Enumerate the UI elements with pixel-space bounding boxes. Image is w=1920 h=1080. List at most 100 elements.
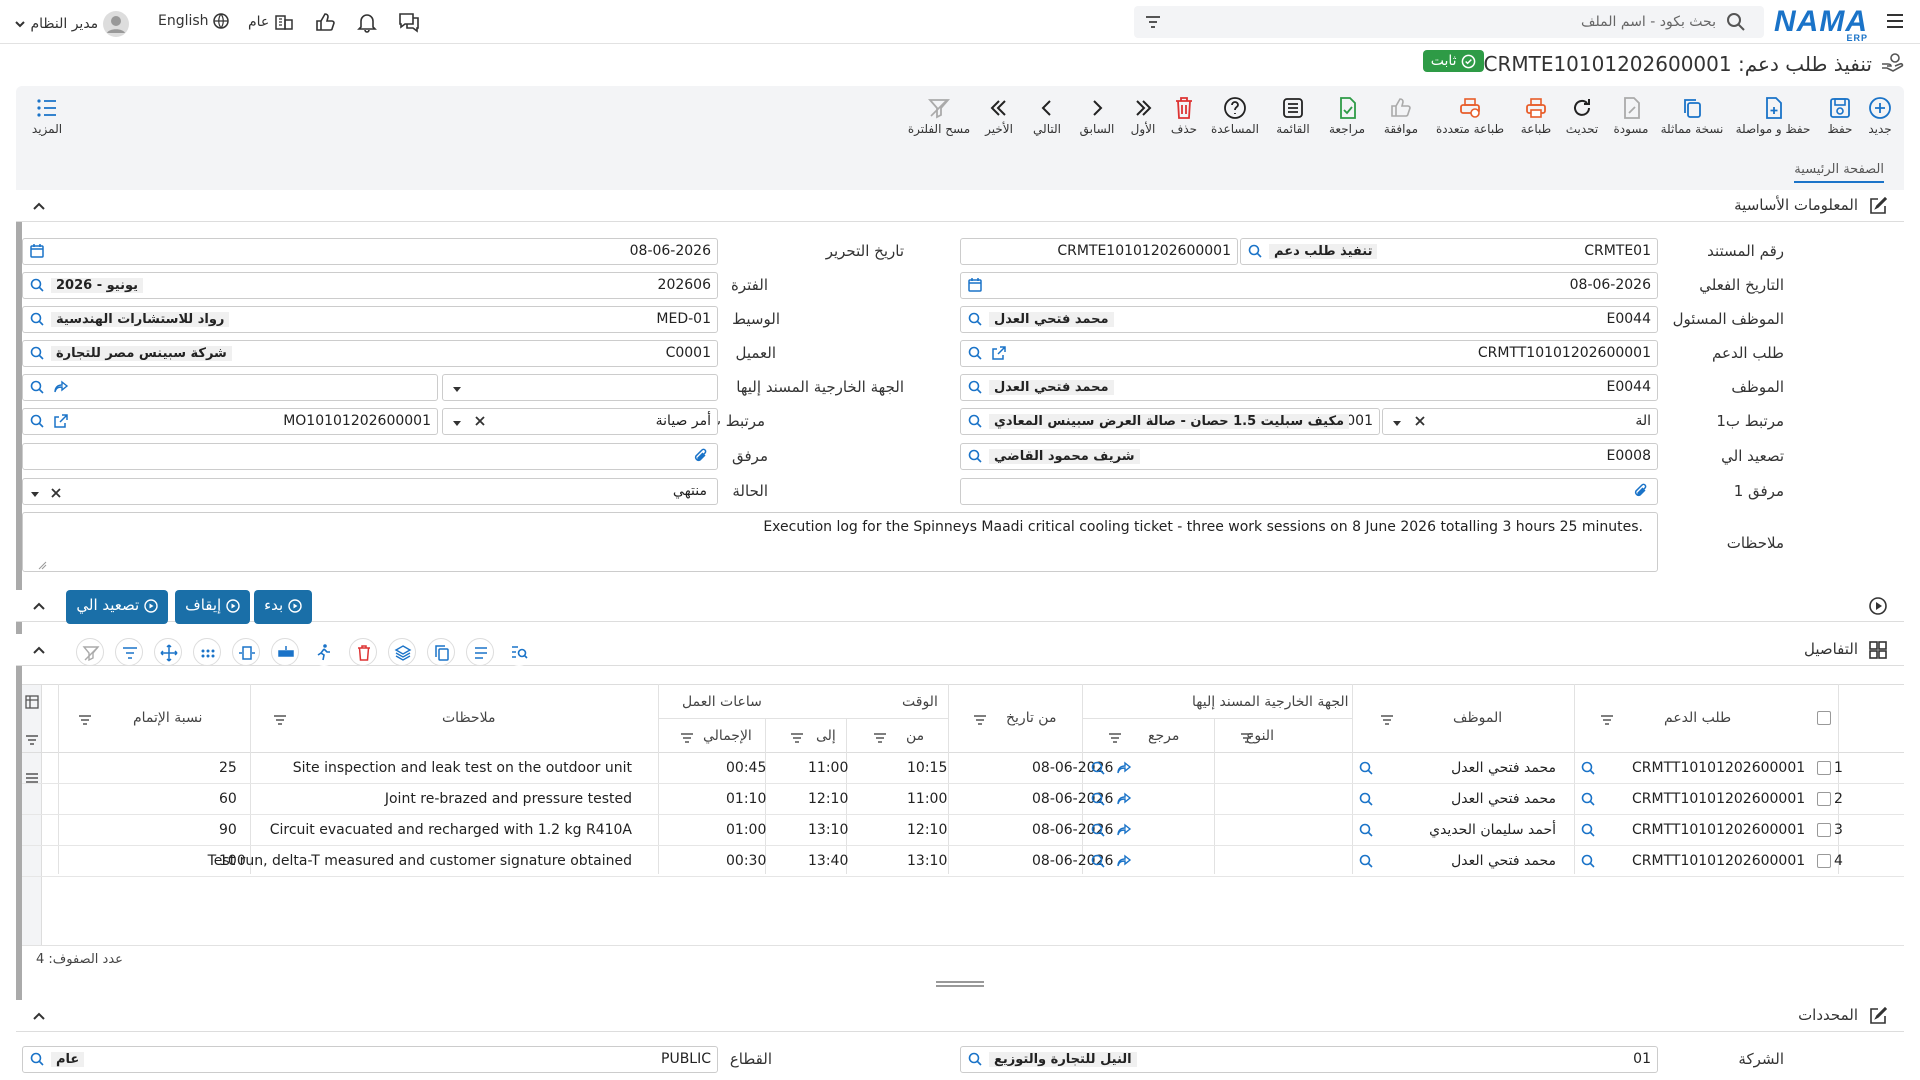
caret-down-icon[interactable] xyxy=(451,381,463,397)
search-icon[interactable] xyxy=(1580,760,1596,780)
share-icon[interactable] xyxy=(53,379,69,395)
new-button[interactable]: جديد xyxy=(1860,86,1900,154)
doc-number-field[interactable]: CRMTE10101202600001 xyxy=(960,238,1238,265)
row-checkbox[interactable] xyxy=(1817,761,1831,775)
attachment-field[interactable] xyxy=(22,443,718,470)
header-from[interactable]: من xyxy=(906,728,924,744)
grid-run-button[interactable] xyxy=(310,638,338,666)
calendar-icon[interactable] xyxy=(29,243,45,259)
bell-icon[interactable] xyxy=(356,11,378,33)
support-request-field[interactable]: CRMTT10101202600001 xyxy=(960,340,1658,367)
escalate-to-field[interactable]: E0008 شريف محمود القاضي xyxy=(960,443,1658,470)
table-row[interactable]: 2 CRMTT10101202600001 محمد فتحي العدل 08… xyxy=(22,784,1904,815)
table-row[interactable]: 4 CRMTT10101202600001 محمد فتحي العدل 08… xyxy=(22,846,1904,877)
related2-type-select[interactable]: أمر صيانة xyxy=(442,408,718,435)
related1-type-select[interactable]: الة xyxy=(1382,408,1658,435)
search-icon[interactable] xyxy=(1090,760,1106,780)
period-field[interactable]: 202606 يونيو - 2026 xyxy=(22,272,718,299)
header-total[interactable]: الإجمالي xyxy=(703,728,752,744)
doc-type-field[interactable]: CRMTE01 تنفيذ طلب دعم xyxy=(1240,238,1658,265)
search-icon[interactable] xyxy=(29,413,45,429)
more-button[interactable]: المزيد xyxy=(24,86,70,154)
grid-layers-button[interactable] xyxy=(388,638,416,666)
clear-icon[interactable] xyxy=(1413,413,1427,429)
search-icon[interactable] xyxy=(1090,853,1106,873)
search-icon[interactable] xyxy=(1580,853,1596,873)
caret-down-icon[interactable] xyxy=(29,486,41,502)
share-icon[interactable] xyxy=(1116,822,1132,842)
external-link-icon[interactable] xyxy=(991,345,1007,361)
attachment1-field[interactable] xyxy=(960,478,1658,505)
filter-icon[interactable] xyxy=(1108,730,1122,746)
refresh-button[interactable]: تحديث xyxy=(1562,86,1602,154)
hamburger-menu-icon[interactable] xyxy=(1884,10,1906,32)
search-icon[interactable] xyxy=(1580,822,1596,842)
grid-filter-button[interactable] xyxy=(115,638,143,666)
clear-filter-button[interactable]: مسح الفلترة xyxy=(902,86,976,154)
tab-main[interactable]: الصفحة الرئيسية xyxy=(1794,162,1884,183)
search-icon[interactable] xyxy=(967,1051,983,1067)
filter-icon[interactable] xyxy=(1240,730,1254,746)
search-icon[interactable] xyxy=(1358,853,1374,873)
header-employee[interactable]: الموظف xyxy=(1453,710,1502,726)
chevron-up-icon[interactable] xyxy=(32,598,46,614)
search-icon[interactable] xyxy=(967,311,983,327)
search-icon[interactable] xyxy=(29,379,45,395)
table-row[interactable]: 1 CRMTT10101202600001 محمد فتحي العدل 08… xyxy=(22,753,1904,784)
header-notes[interactable]: ملاحظات xyxy=(442,710,495,726)
escalate-button[interactable]: تصعيد الي xyxy=(66,590,168,624)
external-link-icon[interactable] xyxy=(53,413,69,429)
related2-field[interactable]: MO10101202600001 xyxy=(22,408,438,435)
clear-icon[interactable] xyxy=(473,413,487,429)
employee-field[interactable]: E0044 محمد فتحي العدل xyxy=(960,374,1658,401)
paperclip-icon[interactable] xyxy=(1633,483,1649,499)
search-icon[interactable] xyxy=(29,277,45,293)
stop-button[interactable]: إيقاف xyxy=(175,590,250,624)
multi-print-button[interactable]: طباعة متعددة xyxy=(1430,86,1510,154)
grid-dots-button[interactable] xyxy=(193,638,221,666)
start-button[interactable]: بدء xyxy=(254,590,312,624)
header-support-request[interactable]: طلب الدعم xyxy=(1664,710,1731,726)
search-icon[interactable] xyxy=(1358,760,1374,780)
broker-field[interactable]: MED-01 رواد للاستشارات الهندسية xyxy=(22,306,718,333)
search-box[interactable]: بحث بكود - اسم الملف xyxy=(1134,6,1764,38)
filter-icon[interactable] xyxy=(25,733,39,747)
draft-button[interactable]: مسودة xyxy=(1608,86,1654,154)
grid-add-row-button[interactable] xyxy=(271,638,299,666)
resize-grip[interactable] xyxy=(936,981,984,987)
grid-delete-button[interactable] xyxy=(349,638,377,666)
approve-button[interactable]: موافقة xyxy=(1376,86,1426,154)
clear-icon[interactable] xyxy=(49,485,63,501)
grid-clear-filter-button[interactable] xyxy=(76,638,104,666)
grid-copy-button[interactable] xyxy=(427,638,455,666)
print-button[interactable]: طباعة xyxy=(1514,86,1558,154)
help-button[interactable]: المساعدة xyxy=(1206,86,1264,154)
filter-icon[interactable] xyxy=(973,712,987,728)
grid-columns-button[interactable] xyxy=(466,638,494,666)
details-header[interactable]: التفاصيل xyxy=(16,634,1904,666)
select-all-checkbox[interactable] xyxy=(1817,711,1831,725)
edit-date-field[interactable]: 08-06-2026 xyxy=(22,238,718,265)
user-menu[interactable]: مدير النظام xyxy=(14,11,129,37)
filter-icon[interactable] xyxy=(78,712,92,728)
header-from-date[interactable]: من تاريخ xyxy=(1006,710,1056,726)
row-checkbox[interactable] xyxy=(1817,823,1831,837)
search-icon[interactable] xyxy=(29,1051,45,1067)
external-party-type-select[interactable] xyxy=(442,374,718,401)
row-checkbox[interactable] xyxy=(1817,792,1831,806)
status-select[interactable]: منتهي xyxy=(22,478,718,505)
share-icon[interactable] xyxy=(1116,853,1132,873)
row-checkbox[interactable] xyxy=(1817,854,1831,868)
actual-date-field[interactable]: 08-06-2026 xyxy=(960,272,1658,299)
responsible-employee-field[interactable]: E0044 محمد فتحي العدل xyxy=(960,306,1658,333)
list-button[interactable]: القائمة xyxy=(1268,86,1318,154)
related1-field[interactable]: H-0001 مكيف سبليت 1.5 حصان - صالة العرض … xyxy=(960,408,1380,435)
share-icon[interactable] xyxy=(1116,760,1132,780)
search-icon[interactable] xyxy=(1580,791,1596,811)
search-icon[interactable] xyxy=(1358,791,1374,811)
sector-field[interactable]: PUBLIC عام xyxy=(22,1046,718,1073)
search-icon[interactable] xyxy=(1090,791,1106,811)
calendar-icon[interactable] xyxy=(967,277,983,293)
search-icon[interactable] xyxy=(1358,822,1374,842)
grid-search-button[interactable] xyxy=(505,638,533,666)
